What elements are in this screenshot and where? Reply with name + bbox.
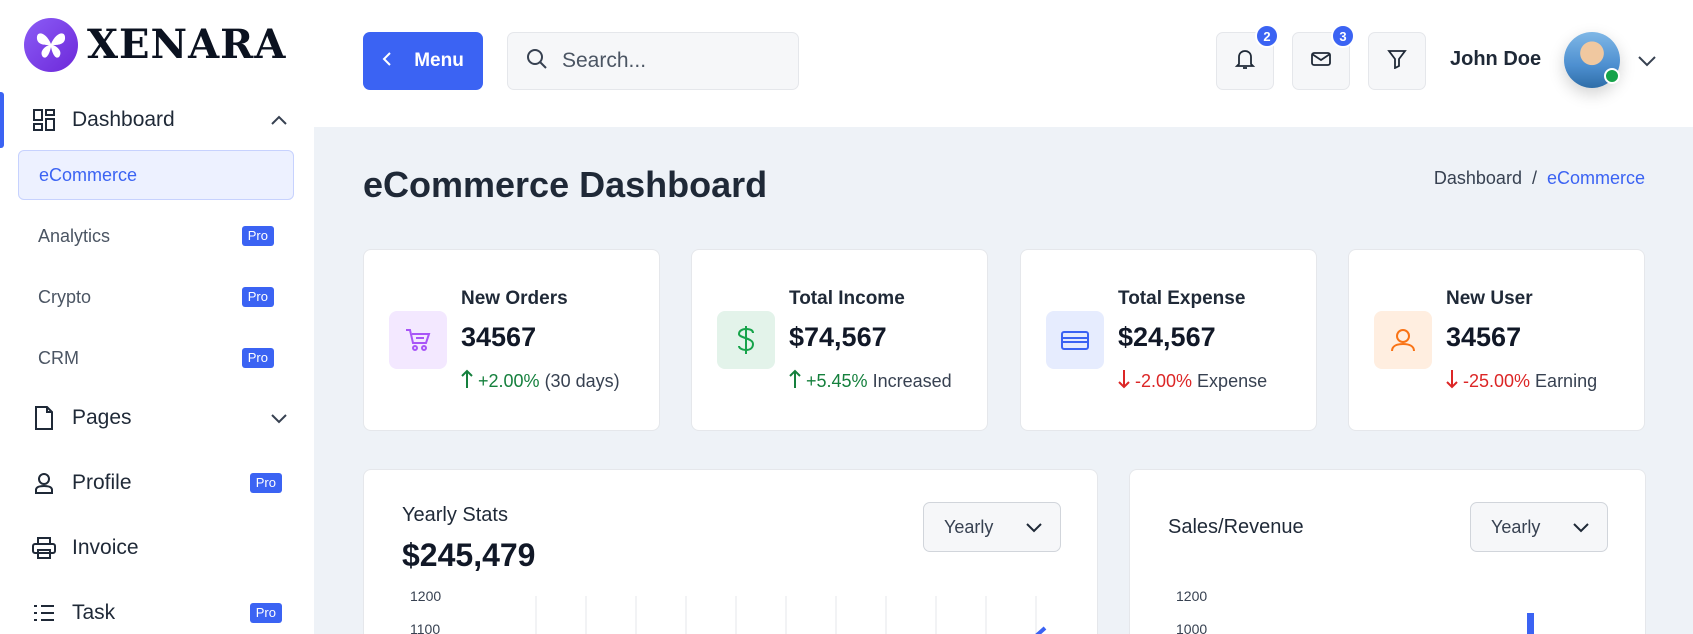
stat-delta-suffix: (30 days)	[544, 371, 620, 391]
stat-title: Total Income	[789, 288, 905, 309]
stat-value: 34567	[461, 322, 537, 352]
stat-delta: -2.00% Expense	[1118, 369, 1267, 394]
sidebar-item-label: Profile	[72, 471, 132, 494]
stat-card-total-income: Total Income $74,567 +5.45% Increased	[691, 249, 988, 431]
chevron-up-icon	[270, 114, 288, 126]
avatar[interactable]	[1564, 32, 1620, 88]
sidebar-item-label: Dashboard	[72, 108, 175, 131]
arrow-up-icon	[461, 369, 473, 394]
page-title: eCommerce Dashboard	[363, 164, 768, 205]
bell-icon	[1234, 48, 1256, 75]
chevron-down-icon	[270, 412, 288, 424]
filter-icon	[1387, 49, 1407, 74]
stat-delta-value: +2.00%	[478, 371, 540, 391]
stat-delta-suffix: Increased	[872, 371, 952, 391]
search-box[interactable]	[507, 32, 799, 90]
messages-button[interactable]: 3	[1292, 24, 1355, 90]
brand[interactable]: XENARA	[24, 18, 286, 72]
stat-card-total-expense: Total Expense $24,567 -2.00% Expense	[1020, 249, 1317, 431]
stat-delta-suffix: Expense	[1197, 371, 1268, 391]
stat-title: Total Expense	[1118, 288, 1246, 309]
sidebar-subitem-analytics[interactable]: Analytics Pro	[18, 211, 294, 261]
dollar-icon	[717, 311, 775, 369]
sales-chart-plot	[1527, 613, 1534, 634]
messages-count-badge: 3	[1331, 24, 1355, 48]
breadcrumb: Dashboard / eCommerce	[1434, 168, 1645, 189]
chevron-left-icon	[382, 50, 392, 73]
sidebar-item-label: Task	[72, 601, 116, 624]
stat-delta: +5.45% Increased	[789, 369, 952, 394]
notifications-count-badge: 2	[1255, 24, 1279, 48]
arrow-down-icon	[1118, 369, 1130, 394]
online-status-dot	[1604, 68, 1620, 84]
breadcrumb-item-current: eCommerce	[1546, 168, 1645, 188]
printer-icon	[30, 534, 58, 562]
chevron-down-icon[interactable]	[1636, 50, 1658, 72]
butterfly-logo-icon	[24, 18, 78, 72]
user-icon	[1374, 311, 1432, 369]
search-input[interactable]	[562, 49, 782, 73]
sidebar-item-invoice[interactable]: Invoice	[30, 528, 288, 568]
stat-value: 34567	[1446, 322, 1522, 352]
search-icon	[526, 48, 548, 75]
top-header: Menu 2 3 John Doe	[314, 0, 1693, 127]
sidebar-subitem-label: Crypto	[38, 286, 92, 307]
series-line	[1035, 626, 1047, 634]
sidebar-item-label: Pages	[72, 406, 132, 429]
sidebar-subitem-crm[interactable]: CRM Pro	[18, 333, 294, 383]
breadcrumb-separator: /	[1531, 168, 1537, 188]
file-icon	[30, 404, 58, 432]
arrow-up-icon	[789, 369, 801, 394]
stat-delta-value: -2.00%	[1135, 371, 1193, 391]
active-indicator	[0, 92, 4, 148]
shopping-cart-icon	[389, 311, 447, 369]
filter-button[interactable]	[1368, 32, 1426, 90]
stat-card-new-orders: New Orders 34567 +2.00% (30 days)	[363, 249, 660, 431]
sidebar-subitem-ecommerce[interactable]: eCommerce	[18, 150, 294, 200]
stat-title: New User	[1446, 288, 1533, 309]
arrow-down-icon	[1446, 369, 1458, 394]
user-name[interactable]: John Doe	[1450, 48, 1541, 71]
user-icon	[30, 469, 58, 497]
bar	[1527, 613, 1534, 634]
list-icon	[30, 599, 58, 627]
stat-delta: +2.00% (30 days)	[461, 369, 620, 394]
yearly-chart-plot	[535, 596, 1047, 634]
pro-badge: Pro	[241, 226, 274, 246]
sidebar-subitem-label: Analytics	[38, 225, 111, 246]
sidebar-item-task[interactable]: Task Pro	[30, 593, 282, 633]
sidebar-item-profile[interactable]: Profile Pro	[30, 463, 282, 503]
pro-badge: Pro	[249, 603, 282, 623]
stat-delta-value: -25.00%	[1463, 371, 1531, 391]
pro-badge: Pro	[241, 287, 274, 307]
sidebar-item-pages[interactable]: Pages	[30, 398, 288, 438]
notifications-button[interactable]: 2	[1216, 24, 1279, 90]
mail-icon	[1310, 50, 1332, 73]
menu-button-label: Menu	[414, 50, 464, 71]
sidebar-item-label: Invoice	[72, 536, 139, 559]
stat-delta: -25.00% Earning	[1446, 369, 1597, 394]
sidebar-subitem-label: CRM	[38, 347, 79, 368]
dashboard-grid-icon	[30, 106, 58, 134]
sidebar-subitem-crypto[interactable]: Crypto Pro	[18, 272, 294, 322]
pro-badge: Pro	[249, 473, 282, 493]
stat-value: $24,567	[1118, 322, 1216, 352]
sidebar: XENARA Dashboard eCommerce Analytics Pro…	[0, 0, 314, 634]
brand-name: XENARA	[87, 21, 287, 68]
yearly-stats-card: Yearly Stats $245,479 Yearly 1200 1100	[363, 469, 1098, 634]
sidebar-subitem-label: eCommerce	[39, 164, 138, 185]
stat-delta-value: +5.45%	[806, 371, 868, 391]
stat-title: New Orders	[461, 288, 568, 309]
credit-card-icon	[1046, 311, 1104, 369]
menu-button[interactable]: Menu	[363, 32, 483, 90]
breadcrumb-item-dashboard[interactable]: Dashboard	[1434, 168, 1522, 189]
stat-value: $74,567	[789, 322, 887, 352]
sales-revenue-card: Sales/Revenue Yearly 1200 1000	[1129, 469, 1646, 634]
sidebar-item-dashboard[interactable]: Dashboard	[30, 100, 288, 140]
stat-card-new-user: New User 34567 -25.00% Earning	[1348, 249, 1645, 431]
pro-badge: Pro	[241, 348, 274, 368]
stat-delta-suffix: Earning	[1535, 371, 1598, 391]
